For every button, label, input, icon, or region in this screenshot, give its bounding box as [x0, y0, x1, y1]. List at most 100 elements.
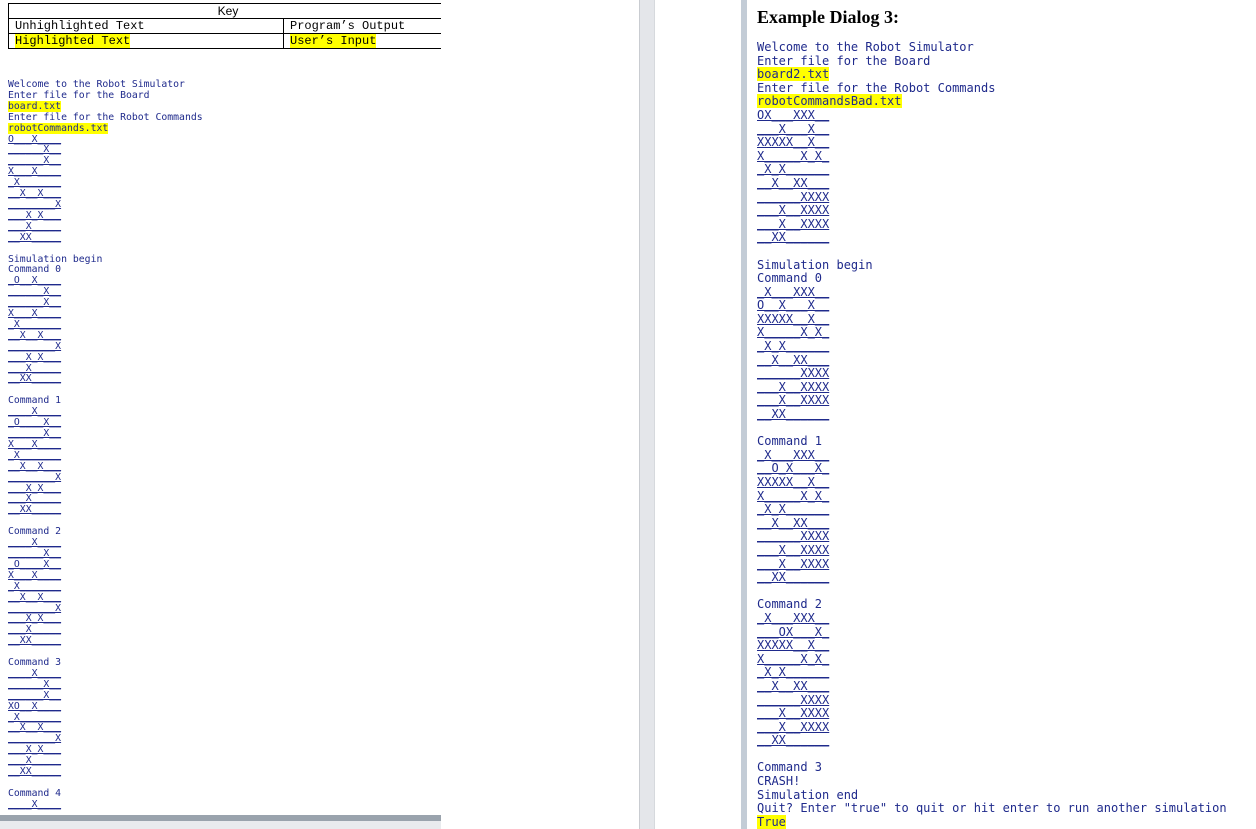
console-board-row: ____X____ — [8, 798, 203, 811]
console-board-row: XXXXX__X__ — [757, 638, 1227, 653]
board-grid-row: ______X__ — [8, 297, 62, 309]
key-highlighted-label: Highlighted Text — [8, 33, 284, 49]
console-board-row: ___X__XXXX — [757, 217, 1227, 232]
board-grid-row: __X__XX___ — [757, 352, 830, 367]
console-output-text: Command 2 — [8, 526, 62, 538]
board-grid-row: ___X__XXXX — [757, 706, 830, 721]
console-output-row — [757, 748, 1227, 762]
board-grid-row: ______X__ — [8, 547, 62, 559]
board-grid-row: ____X____ — [8, 667, 62, 679]
board-grid-row: ______X__ — [8, 689, 62, 701]
console-board-row: _X___XXX__ — [757, 610, 1227, 626]
board-grid-row: ___X_X___ — [8, 209, 62, 221]
console-board-row: ___OX___X_ — [757, 625, 1227, 640]
console-board-row: __XX______ — [757, 407, 1227, 422]
board-grid-row: ___X__XXXX — [757, 719, 830, 734]
console-output-row: Command 1 — [757, 434, 1227, 449]
board-grid-row: __XX_____ — [8, 504, 62, 516]
console-board-row: ___X__XXXX — [757, 203, 1227, 218]
console-board-row: _X_X______ — [757, 163, 1227, 177]
console-board-row: __XX______ — [757, 570, 1227, 585]
user-input-line: robotCommands.txt — [8, 122, 109, 134]
console-board-row: ___X__XXXX — [757, 557, 1227, 572]
board-grid-row: ________X — [8, 340, 62, 352]
board-grid-row: _X_______ — [8, 711, 62, 723]
console-board-row: __XX_____ — [8, 635, 203, 647]
console-board-row: _X_X______ — [757, 502, 1227, 517]
key-table: Key Unhighlighted Text Program’s Output … — [8, 3, 441, 49]
console-output-row: Command 0 — [757, 271, 1227, 286]
console-output-row: Quit? Enter "true" to quit or hit enter … — [757, 801, 1227, 816]
board-grid-row: __XX______ — [757, 230, 830, 245]
board-grid-row: _X_______ — [8, 449, 62, 461]
console-input-row: robotCommandsBad.txt — [757, 94, 1227, 109]
console-board-row: XXXXX__X__ — [757, 312, 1227, 327]
board-grid-row: _O____X__ — [8, 558, 62, 570]
board-grid-row: X___X____ — [8, 438, 62, 450]
console-board-row: ______XXXX — [757, 530, 1227, 544]
console-board-row: X_____X_X_ — [757, 326, 1227, 340]
console-output-text: Command 3 — [757, 760, 823, 775]
console-output-text: Simulation begin — [757, 257, 873, 272]
board-grid-row: O__X___X__ — [757, 298, 830, 313]
console-board-row: __X__XX___ — [757, 516, 1227, 531]
page-divider — [639, 0, 655, 829]
board-grid-row: ______X__ — [8, 286, 62, 298]
console-board-row: _X___XXX__ — [757, 285, 1227, 300]
board-grid-row: ___X_____ — [8, 362, 62, 374]
board-grid-row: ___X__XXXX — [757, 542, 830, 557]
console-board-row: ___X__XXXX — [757, 706, 1227, 721]
console-output-text — [757, 747, 764, 761]
console-output-text: Enter file for the Robot Commands — [8, 111, 203, 123]
key-unhighlighted-label: Unhighlighted Text — [8, 18, 284, 34]
console-board-row: __XX_____ — [8, 374, 203, 385]
console-board-row: O__X___X__ — [757, 298, 1227, 313]
dialog-title: Example Dialog 3: — [757, 7, 899, 27]
board-grid-row: ______XXXX — [757, 529, 830, 544]
board-grid-row: __X__X___ — [8, 329, 62, 341]
board-grid-row: X_____X_X_ — [757, 488, 830, 503]
user-input-line: board2.txt — [757, 67, 830, 82]
console-output-row — [757, 245, 1227, 259]
board-grid-row: ________X — [8, 471, 62, 483]
console-output-text: Command 4 — [8, 787, 62, 799]
right-console-output: Welcome to the Robot Simulator Enter file… — [757, 40, 1227, 829]
board-grid-row: __XX_____ — [8, 635, 62, 647]
console-output-row: Command 3 — [757, 761, 1227, 775]
board-grid-row: _O____X__ — [8, 417, 62, 429]
console-board-row: OX___XXX__ — [757, 108, 1227, 123]
console-board-row: _X_X______ — [757, 666, 1227, 680]
console-output-text — [8, 384, 14, 395]
board-grid-row: X___X____ — [8, 166, 62, 178]
board-grid-row: __XX_____ — [8, 231, 62, 243]
console-output-row: Welcome to the Robot Simulator — [757, 40, 1227, 55]
board-grid-row: __X__XX___ — [757, 678, 830, 693]
console-board-row: ___X__XXXX — [757, 394, 1227, 408]
board-grid-row: ________X — [8, 198, 62, 210]
user-input-line: board.txt — [8, 100, 62, 112]
board-grid-row: ____X____ — [8, 798, 62, 810]
console-board-row: X_____X_X_ — [757, 488, 1227, 504]
console-output-text: Enter file for the Board — [8, 89, 150, 101]
board-grid-row: X___X____ — [8, 569, 62, 581]
board-grid-row: _X___XXX__ — [757, 610, 830, 625]
board-grid-row: XXXXX__X__ — [757, 475, 830, 489]
console-output-row: Enter file for the Board — [757, 54, 1227, 69]
board-grid-row: ___X__XXXX — [757, 393, 830, 408]
board-grid-row: __XX_____ — [8, 373, 62, 385]
console-board-row: ___X___X__ — [757, 122, 1227, 137]
board-grid-row: ___X_____ — [8, 755, 62, 767]
board-grid-row: _X_X______ — [757, 665, 830, 680]
console-output-text: Command 3 — [8, 657, 62, 669]
console-output-text: Command 2 — [757, 597, 823, 612]
board-grid-row: X_____X_X_ — [757, 148, 830, 163]
console-output-row: Simulation begin — [757, 257, 1227, 273]
board-grid-row: __XX______ — [757, 733, 830, 748]
board-grid-row: ______XXXX — [757, 366, 830, 381]
board-grid-row: _X_X______ — [757, 502, 830, 517]
console-input-row: True — [757, 814, 1227, 829]
console-output-text: Quit? Enter "true" to quit or hit enter … — [757, 801, 1227, 816]
board-grid-row: __X__X___ — [8, 188, 62, 200]
board-grid-row: ____X____ — [8, 537, 62, 549]
console-board-row: __X__XX___ — [757, 176, 1227, 191]
